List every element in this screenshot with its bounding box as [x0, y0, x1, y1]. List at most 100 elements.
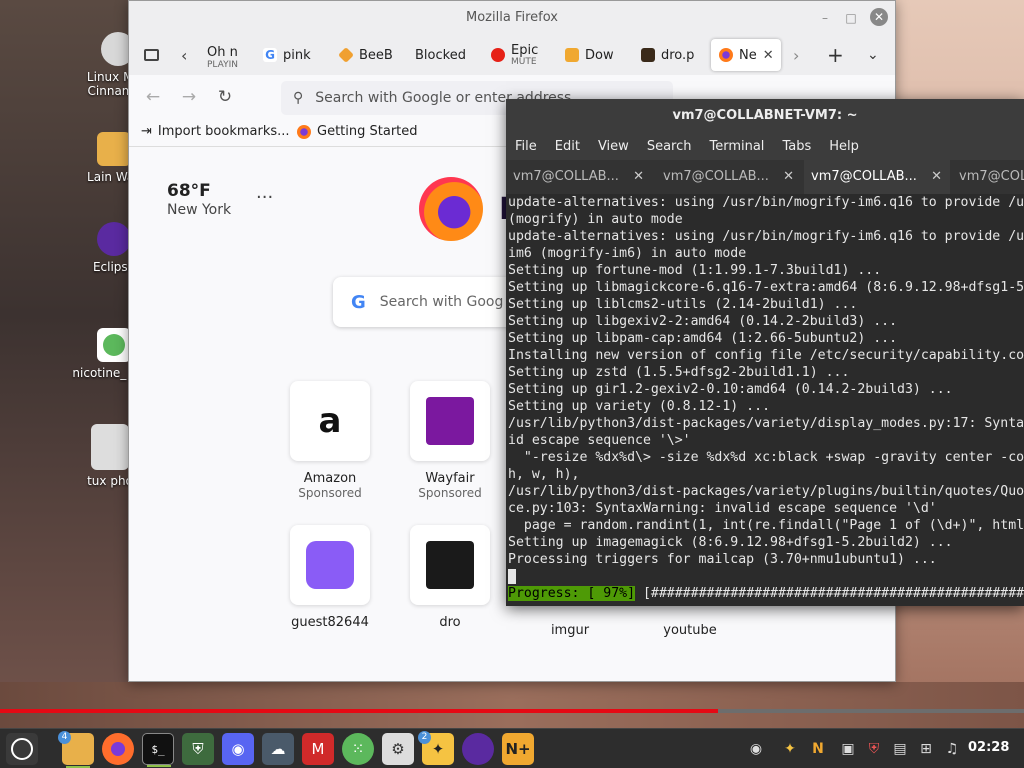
terminal-line: Processing triggers for mailcap (3.70+nm… — [508, 552, 937, 567]
tab-google-pink[interactable]: G pink — [263, 39, 319, 71]
taskbar-update-manager[interactable]: ⛨ — [182, 733, 214, 765]
tray-discord[interactable]: ◉ — [746, 739, 766, 759]
terminal-line: Setting up liblcms2-utils (2.14-2build1)… — [508, 297, 858, 312]
top-site-amazon[interactable]: a Amazon Sponsored — [275, 381, 385, 500]
bookmark-import[interactable]: ⇥ Import bookmarks... — [141, 124, 290, 139]
chevron-down-icon: ⌄ — [867, 47, 879, 63]
bookmark-getting-started[interactable]: Getting Started — [297, 124, 418, 139]
tab-youtube-playing[interactable]: Oh n PLAYIN — [207, 39, 243, 71]
menu-terminal[interactable]: Terminal — [700, 132, 773, 160]
tray-shield[interactable]: ⛨ — [864, 739, 884, 759]
taskbar-firefox[interactable] — [102, 733, 134, 765]
terminal-line: Setting up libmagickcore-6.q16-7-extra:a… — [508, 280, 1024, 295]
tab-label: dro.p — [661, 47, 695, 63]
firefox-view-icon — [143, 49, 159, 61]
taskbar-terminal[interactable]: $_ — [142, 733, 174, 767]
close-tab-icon[interactable]: ✕ — [783, 160, 794, 194]
terminal-output[interactable]: update-alternatives: using /usr/bin/mogr… — [506, 194, 1024, 606]
list-all-tabs-button[interactable]: ⌄ — [867, 39, 879, 71]
shield-icon: ⛨ — [868, 741, 880, 757]
taskbar-nicotine[interactable]: ⁙ — [342, 733, 374, 765]
terminal-tab-3[interactable]: vm7@COLLAB... ✕ — [804, 160, 950, 194]
music-icon: ♫ — [945, 741, 959, 757]
close-tab-icon[interactable]: ✕ — [633, 160, 644, 194]
tray-sound[interactable]: ♫ — [942, 739, 962, 759]
tab-blocked[interactable]: Blocked — [415, 39, 475, 71]
terminal-line: Setting up fortune-mod (1:1.99.1-7.3buil… — [508, 263, 882, 278]
terminal-line: Setting up imagemagick (8:6.9.12.98+dfsg… — [508, 535, 953, 550]
taskbar-n-plus[interactable]: N+ — [502, 733, 534, 765]
taskbar-file-manager[interactable]: 4 — [58, 731, 94, 768]
menu-button[interactable] — [6, 733, 38, 765]
terminal-line: Setting up gir1.2-gexiv2-0.10:amd64 (0.1… — [508, 382, 953, 397]
top-site-guest82644[interactable]: guest82644 — [275, 525, 385, 630]
tab-dro[interactable]: dro.p — [641, 39, 699, 71]
tab-bar: ‹ Oh n PLAYIN G pink BeeB Blocked Epic M… — [129, 35, 895, 75]
terminal-tab-2[interactable]: vm7@COLLAB... ✕ — [656, 160, 802, 194]
top-site-youtube[interactable]: youtube — [635, 613, 745, 638]
taskbar-settings[interactable]: ⚙ — [382, 733, 414, 765]
guilded-icon — [290, 525, 370, 605]
close-tab-icon[interactable]: ✕ — [931, 160, 942, 194]
weather-city[interactable]: New York — [167, 202, 231, 218]
terminal-line: Setting up libgexiv2-2:amd64 (0.14.2-2bu… — [508, 314, 898, 329]
new-tab-button[interactable]: + — [827, 39, 844, 71]
maximize-button[interactable]: □ — [843, 10, 859, 26]
tray-network[interactable]: ⊞ — [916, 739, 936, 759]
n-plus-icon — [565, 48, 579, 62]
menu-file[interactable]: File — [506, 132, 546, 160]
firefox-view-button[interactable] — [139, 39, 163, 71]
tab-scroll-left-button[interactable]: ‹ — [181, 39, 187, 71]
minimize-button[interactable]: – — [817, 10, 833, 26]
taskbar-cloud[interactable]: ☁ — [262, 733, 294, 765]
terminal-line: (mogrify) in auto mode — [508, 212, 683, 227]
top-site-wayfair[interactable]: Wayfair Sponsored — [395, 381, 505, 500]
close-button[interactable]: ✕ — [870, 8, 888, 26]
linux-mint-icon — [11, 738, 33, 760]
taskbar-discord[interactable]: ◉ — [222, 733, 254, 765]
tab-epic-muted[interactable]: Epic MUTE — [491, 39, 547, 71]
clock[interactable]: 02:28 — [968, 740, 1009, 755]
bookmark-label: Getting Started — [317, 124, 418, 139]
weather-menu-button[interactable]: ··· — [256, 187, 273, 208]
taskbar-mario[interactable]: M — [302, 733, 334, 765]
top-site-dro[interactable]: dro — [395, 525, 505, 630]
forward-button[interactable]: → — [177, 85, 201, 109]
weather-temperature[interactable]: 68°F — [167, 181, 211, 201]
reload-button[interactable]: ↻ — [213, 85, 237, 109]
tray-clipboard[interactable]: ▣ — [838, 739, 858, 759]
menu-tabs[interactable]: Tabs — [773, 132, 820, 160]
menu-help[interactable]: Help — [820, 132, 868, 160]
terminal-tab-1[interactable]: vm7@COLLAB... ✕ — [506, 160, 652, 194]
terminal-tab-label: vm7@COLL — [959, 169, 1024, 184]
tile-label: Amazon — [303, 471, 357, 486]
terminal-window: vm7@COLLABNET-VM7: ~ File Edit View Sear… — [506, 99, 1024, 606]
menu-view[interactable]: View — [589, 132, 638, 160]
top-site-imgur[interactable]: imgur — [515, 613, 625, 638]
tab-downloads[interactable]: Dow — [565, 39, 623, 71]
tab-label: BeeB — [359, 47, 393, 63]
back-button[interactable]: ← — [141, 85, 165, 109]
youtube-icon — [491, 48, 505, 62]
grid-icon: ⁙ — [351, 740, 365, 758]
tab-beeb[interactable]: BeeB — [339, 39, 397, 71]
tray-updates[interactable]: ▤ — [890, 739, 910, 759]
close-tab-icon[interactable]: ✕ — [763, 48, 774, 63]
taskbar-bee[interactable]: 2 ✦ — [418, 731, 454, 765]
taskbar-eclipse[interactable] — [462, 733, 494, 765]
reload-icon: ↻ — [217, 87, 233, 107]
menu-edit[interactable]: Edit — [546, 132, 589, 160]
tray-n-plus[interactable]: N — [808, 739, 828, 759]
dro-icon — [410, 525, 490, 605]
tab-scroll-right-button[interactable]: › — [793, 39, 799, 71]
tab-new-tab[interactable]: Ne ✕ — [711, 39, 781, 71]
tab-label: pink — [283, 47, 311, 63]
terminal-tab-4[interactable]: vm7@COLL — [952, 160, 1024, 194]
firefox-icon — [111, 742, 125, 756]
tile-sponsored: Sponsored — [418, 486, 482, 500]
tile-label: guest82644 — [291, 615, 369, 630]
menu-search[interactable]: Search — [638, 132, 701, 160]
wallpaper-bottom — [0, 682, 1024, 728]
tray-bee[interactable]: ✦ — [780, 739, 800, 759]
terminal-tab-label: vm7@COLLAB... — [513, 169, 619, 184]
